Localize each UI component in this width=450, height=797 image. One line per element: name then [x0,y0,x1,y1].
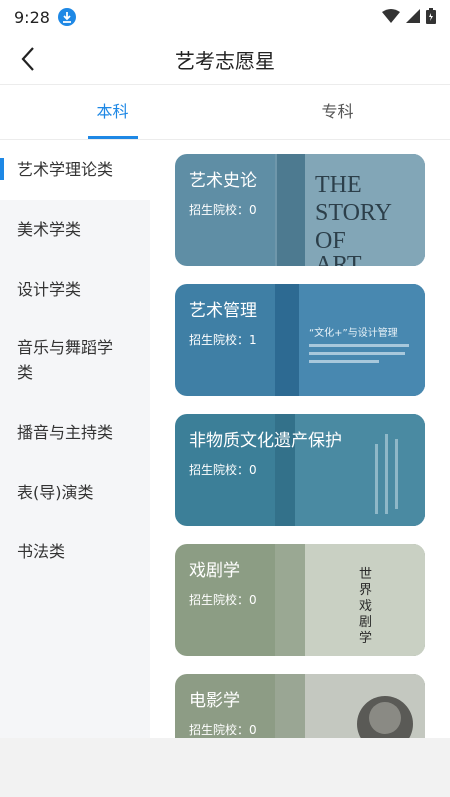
sidebar-item-broadcasting[interactable]: 播音与主持类 [0,404,150,464]
card-title: 电影学 [189,691,240,711]
major-card-art-management[interactable]: “文化+”与设计管理 艺术管理 招生院校：1 [175,284,425,396]
download-icon [57,8,76,26]
card-school-count: 招生院校：0 [189,203,257,217]
book-text: 界 [359,583,372,598]
sidebar-item-design[interactable]: 设计学类 [0,260,150,320]
book-cover-image: THE STORY OF ART [275,154,425,266]
sidebar-item-fine-arts[interactable]: 美术学类 [0,200,150,260]
card-title: 非物质文化遗产保护 [189,431,342,451]
card-title: 戏剧学 [189,561,240,581]
signal-icon [406,9,420,23]
page-title: 艺考志愿星 [175,49,275,73]
sidebar-item-music-dance[interactable]: 音乐与舞蹈学类 [0,320,150,404]
book-text: 戏 [359,599,372,614]
status-bar: 9:28 [0,0,450,34]
book-text: STORY [315,200,392,226]
tab-label: 本科 [96,102,129,121]
tab-bar: 本科 专科 [0,85,450,139]
sidebar-item-performance-directing[interactable]: 表(导)演类 [0,464,150,524]
tab-label: 专科 [321,102,354,121]
battery-icon [426,8,436,24]
nav-bar: 艺考志愿星 [0,34,450,84]
book-text: 世 [359,567,372,582]
book-text: “文化+”与设计管理 [309,326,398,339]
book-text: 剧 [359,615,372,630]
category-sidebar: 艺术学理论类 美术学类 设计学类 音乐与舞蹈学类 播音与主持类 表(导)演类 书… [0,140,150,738]
sidebar-item-art-theory[interactable]: 艺术学理论类 [0,140,150,200]
tab-undergraduate[interactable]: 本科 [0,85,225,139]
major-card-drama-studies[interactable]: 世 界 戏 剧 学 戏剧学 招生院校：0 [175,544,425,656]
major-card-film-studies[interactable]: 电影学 招生院校：0 [175,674,425,738]
major-card-intangible-heritage[interactable]: 非物质文化遗产保护 招生院校：0 [175,414,425,526]
sidebar-item-label: 表(导)演类 [17,483,94,502]
major-card-art-history[interactable]: THE STORY OF ART 艺术史论 招生院校：0 [175,154,425,266]
book-text: OF [315,228,346,254]
card-school-count: 招生院校：0 [189,593,257,607]
book-cover-image: 世 界 戏 剧 学 [275,544,425,656]
sidebar-item-label: 音乐与舞蹈学类 [17,338,114,382]
card-title: 艺术史论 [189,171,257,191]
tab-junior-college[interactable]: 专科 [225,85,450,139]
sidebar-item-calligraphy[interactable]: 书法类 [0,524,150,584]
book-cover-image [275,674,425,738]
card-school-count: 招生院校：0 [189,463,257,477]
sidebar-active-indicator [0,158,4,180]
book-text: THE [315,172,362,198]
status-time: 9:28 [14,7,50,27]
major-list: THE STORY OF ART 艺术史论 招生院校：0 “文化+”与设计管理 … [150,140,450,738]
sidebar-item-label: 播音与主持类 [17,423,114,442]
card-school-count: 招生院校：0 [189,723,257,737]
book-text: 学 [359,630,372,646]
bottom-bar [0,738,450,797]
sidebar-item-label: 书法类 [17,542,66,561]
sidebar-item-label: 美术学类 [17,220,82,239]
card-title: 艺术管理 [189,301,257,321]
book-cover-image: “文化+”与设计管理 [275,284,425,396]
wifi-icon [382,9,400,23]
book-text: ART [315,252,362,266]
sidebar-item-label: 艺术学理论类 [17,160,114,179]
card-school-count: 招生院校：1 [189,333,257,347]
sidebar-item-label: 设计学类 [17,280,82,299]
